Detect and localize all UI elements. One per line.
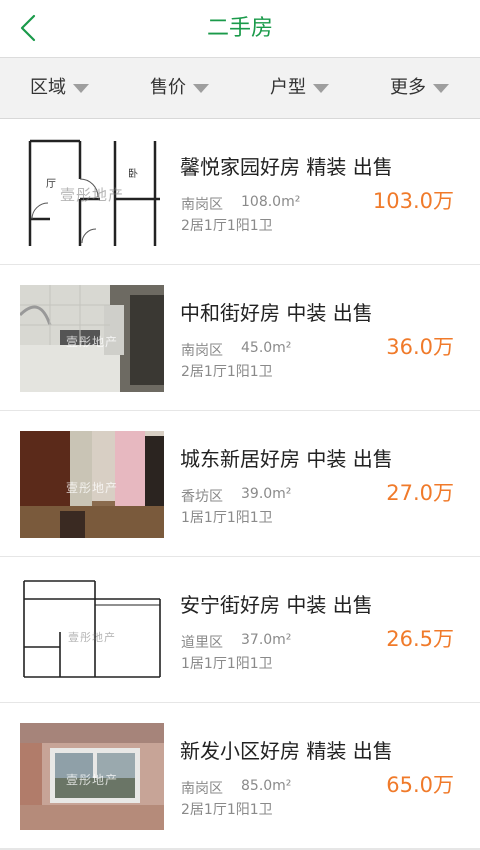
listing-layout: 1居1厅1阳1卫 bbox=[181, 656, 273, 672]
filter-bar: 区域 售价 户型 更多 bbox=[0, 58, 480, 119]
listing-price: 36.0万 bbox=[386, 335, 454, 359]
listing-district: 南岗区 bbox=[181, 197, 223, 213]
filter-label: 售价 bbox=[150, 77, 186, 98]
caret-down-icon bbox=[433, 83, 449, 93]
listing-area: 39.0m² bbox=[241, 486, 292, 502]
listing-district: 香坊区 bbox=[181, 489, 223, 505]
watermark: 壹彤地产 bbox=[65, 481, 118, 495]
listing-price: 26.5万 bbox=[386, 627, 454, 651]
app-header: 二手房 bbox=[0, 0, 480, 58]
listing-title: 新发小区好房 精装 出售 bbox=[180, 739, 393, 763]
listing-item[interactable]: 壹彤地产 安宁街好房 中装 出售 道里区 37.0m² 1居1厅1阳1卫 26.… bbox=[0, 557, 480, 704]
listing-area: 108.0m² bbox=[241, 194, 301, 210]
listing-layout: 2居1厅1阳1卫 bbox=[181, 802, 273, 818]
listing-layout: 2居1厅1阳1卫 bbox=[181, 364, 273, 380]
listing-item[interactable]: 壹彤地产 中和街好房 中装 出售 南岗区 45.0m² 2居1厅1阳1卫 36.… bbox=[0, 265, 480, 412]
listing-item[interactable]: 厅 卧 壹彤地产 馨悦家园好房 精装 出售 南岗区 108.0m² 2居1厅1阳… bbox=[0, 119, 480, 266]
listing-thumbnail: 壹彤地产 bbox=[20, 577, 164, 684]
listing-thumbnail: 壹彤地产 bbox=[20, 723, 164, 830]
watermark: 壹彤地产 bbox=[59, 186, 124, 204]
listing-thumbnail: 壹彤地产 bbox=[20, 431, 164, 538]
filter-label: 更多 bbox=[390, 77, 426, 98]
back-button[interactable] bbox=[10, 10, 46, 46]
filter-layout[interactable]: 户型 bbox=[270, 58, 329, 118]
watermark: 壹彤地产 bbox=[65, 335, 118, 349]
listing-area: 37.0m² bbox=[241, 632, 292, 648]
listing-district: 南岗区 bbox=[181, 781, 223, 797]
listing-thumbnail: 厅 卧 壹彤地产 bbox=[20, 139, 164, 246]
listing-title: 中和街好房 中装 出售 bbox=[180, 301, 373, 325]
filter-region[interactable]: 区域 bbox=[30, 58, 89, 118]
listing-layout: 1居1厅1阳1卫 bbox=[181, 510, 273, 526]
listing-district: 道里区 bbox=[181, 635, 223, 651]
listing-thumbnail: 壹彤地产 bbox=[20, 285, 164, 392]
chevron-left-icon bbox=[20, 14, 36, 42]
listing-title: 馨悦家园好房 精装 出售 bbox=[180, 155, 393, 179]
listing-item[interactable]: 壹彤地产 城东新居好房 中装 出售 香坊区 39.0m² 1居1厅1阳1卫 27… bbox=[0, 411, 480, 558]
page-title: 二手房 bbox=[206, 16, 273, 41]
filter-label: 户型 bbox=[270, 77, 306, 98]
filter-label: 区域 bbox=[30, 77, 66, 98]
caret-down-icon bbox=[73, 83, 89, 93]
listing-layout: 2居1厅1阳1卫 bbox=[181, 218, 273, 234]
listing-title: 安宁街好房 中装 出售 bbox=[180, 593, 373, 617]
listing-district: 南岗区 bbox=[181, 343, 223, 359]
listing-price: 65.0万 bbox=[386, 773, 454, 797]
listing-title: 城东新居好房 中装 出售 bbox=[180, 447, 393, 471]
room-label: 卧 bbox=[128, 169, 138, 180]
listing-price: 27.0万 bbox=[386, 481, 454, 505]
caret-down-icon bbox=[193, 83, 209, 93]
watermark: 壹彤地产 bbox=[68, 631, 116, 644]
filter-price[interactable]: 售价 bbox=[150, 58, 209, 118]
listing-price: 103.0万 bbox=[372, 189, 454, 213]
listing-area: 85.0m² bbox=[241, 778, 292, 794]
listing-area: 45.0m² bbox=[241, 340, 292, 356]
listing-item[interactable]: 壹彤地产 新发小区好房 精装 出售 南岗区 85.0m² 2居1厅1阳1卫 65… bbox=[0, 703, 480, 850]
watermark: 壹彤地产 bbox=[65, 773, 118, 787]
filter-more[interactable]: 更多 bbox=[390, 58, 449, 118]
caret-down-icon bbox=[313, 83, 329, 93]
